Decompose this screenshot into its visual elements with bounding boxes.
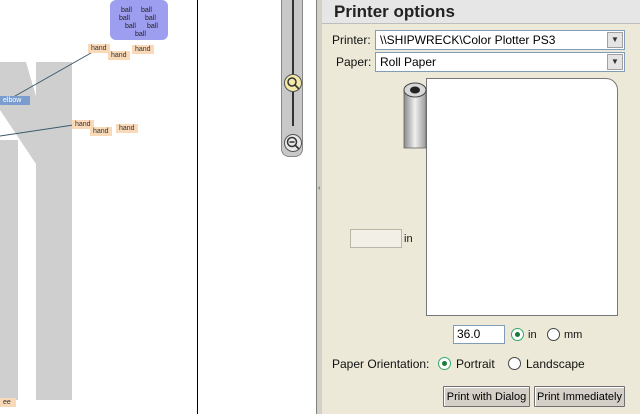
print-immediately-button[interactable]: Print Immediately — [534, 386, 625, 407]
partial-node[interactable]: ee — [0, 398, 16, 407]
letter-stroke-right — [36, 62, 72, 400]
letter-stroke-left-lower — [0, 140, 18, 400]
hand-node[interactable]: hand — [88, 44, 110, 53]
width-unit-label: in — [404, 233, 413, 245]
unit-mm-label[interactable]: mm — [564, 329, 582, 341]
printer-options-panel: Printer options Printer: \\SHIPWRECK\Col… — [322, 0, 640, 414]
splitter-grip-icon[interactable]: ‹ — [318, 185, 321, 193]
paper-width-input[interactable] — [350, 229, 402, 248]
unit-in-radio[interactable] — [511, 328, 524, 341]
portrait-label[interactable]: Portrait — [456, 357, 495, 371]
hand-node[interactable]: hand — [90, 127, 112, 136]
printer-label: Printer: — [332, 33, 371, 47]
landscape-radio[interactable] — [508, 357, 521, 370]
chevron-down-icon[interactable]: ▼ — [607, 54, 623, 70]
hand-node[interactable]: hand — [108, 51, 130, 60]
zoom-in-icon[interactable] — [284, 74, 302, 92]
paper-length-input[interactable]: 36.0 — [453, 325, 505, 344]
zoom-track[interactable] — [292, 0, 294, 126]
zoom-slider[interactable] — [281, 0, 303, 157]
paper-select-value: Roll Paper — [380, 55, 437, 69]
printer-select-value: \\SHIPWRECK\Color Plotter PS3 — [380, 33, 556, 47]
unit-in-label[interactable]: in — [528, 329, 537, 341]
landscape-label[interactable]: Landscape — [526, 357, 585, 371]
orientation-label: Paper Orientation: — [332, 357, 430, 371]
paper-sheet — [426, 78, 618, 316]
panel-title: Printer options — [322, 0, 640, 24]
app-window: ball ball ball ball ball ball ball hand … — [0, 0, 640, 414]
paper-select[interactable]: Roll Paper ▼ — [375, 52, 625, 72]
portrait-radio[interactable] — [438, 357, 451, 370]
chevron-down-icon[interactable]: ▼ — [607, 32, 623, 48]
canvas-graphics — [0, 48, 99, 400]
zoom-out-icon[interactable] — [284, 134, 302, 152]
paper-roll-icon — [403, 82, 427, 149]
hand-node[interactable]: hand — [132, 45, 154, 54]
printer-select[interactable]: \\SHIPWRECK\Color Plotter PS3 ▼ — [375, 30, 625, 50]
unit-mm-radio[interactable] — [547, 328, 560, 341]
paper-label: Paper: — [336, 55, 372, 69]
paper-preview — [400, 76, 622, 318]
elbow-node[interactable]: elbow — [0, 96, 30, 105]
print-with-dialog-button[interactable]: Print with Dialog — [443, 386, 530, 407]
hand-node[interactable]: hand — [116, 124, 138, 133]
diagram-canvas[interactable]: ball ball ball ball ball ball ball hand … — [0, 0, 198, 414]
ball-node[interactable]: ball — [132, 30, 149, 39]
